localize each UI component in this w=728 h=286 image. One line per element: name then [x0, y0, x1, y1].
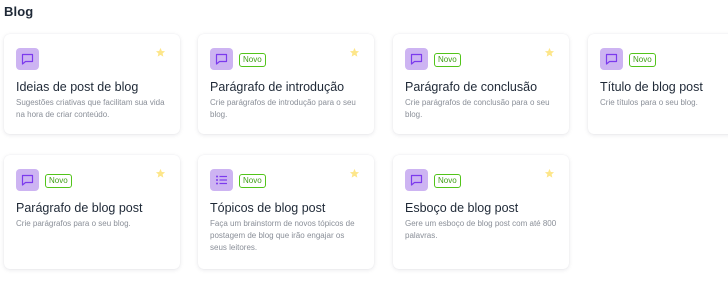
card-title: Parágrafo de blog post [16, 201, 143, 215]
new-badge: Novo [239, 53, 266, 67]
card-description: Crie parágrafos para o seu blog. [16, 219, 131, 228]
blog-templates-page: Blog Ideias de post de blog Sugestões cr… [0, 0, 728, 286]
new-badge: Novo [45, 174, 72, 188]
favorite-star-icon[interactable] [349, 47, 360, 58]
card-paragrafo-conclusao[interactable]: Novo Parágrafo de conclusão Crie parágra… [393, 34, 569, 134]
card-ideias-de-post[interactable]: Ideias de post de blog Sugestões criativ… [4, 34, 180, 134]
favorite-star-icon[interactable] [155, 47, 166, 58]
chat-bubble-icon [16, 169, 39, 191]
favorite-star-icon[interactable] [544, 47, 555, 58]
card-description: Crie parágrafos de introdução para o seu… [210, 98, 356, 119]
card-esboco-blog-post[interactable]: Novo Esboço de blog post Gere um esboço … [393, 155, 569, 269]
section-title: Blog [4, 4, 34, 19]
card-titulo-blog-post[interactable]: Novo Título de blog post Crie títulos pa… [588, 34, 728, 134]
chat-bubble-icon [600, 48, 623, 70]
chat-bubble-icon [210, 48, 233, 70]
chat-bubble-icon [405, 48, 428, 70]
card-description: Sugestões criativas que facilitam sua vi… [16, 98, 165, 119]
new-badge: Novo [434, 174, 461, 188]
favorite-star-icon[interactable] [544, 168, 555, 179]
card-title: Esboço de blog post [405, 201, 519, 215]
chat-bubble-icon [16, 48, 39, 70]
card-title: Tópicos de blog post [210, 201, 326, 215]
card-title: Título de blog post [600, 80, 703, 94]
card-description: Crie parágrafos de conclusão para o seu … [405, 98, 550, 119]
card-paragrafo-blog-post[interactable]: Novo Parágrafo de blog post Crie parágra… [4, 155, 180, 269]
new-badge: Novo [629, 53, 656, 67]
list-icon [210, 169, 233, 191]
card-topicos-blog-post[interactable]: Novo Tópicos de blog post Faça um brains… [198, 155, 374, 269]
new-badge: Novo [434, 53, 461, 67]
chat-bubble-icon [405, 169, 428, 191]
card-title: Ideias de post de blog [16, 80, 139, 94]
card-description: Gere um esboço de blog post com até 800 … [405, 219, 557, 240]
card-title: Parágrafo de introdução [210, 80, 345, 94]
card-paragrafo-introducao[interactable]: Novo Parágrafo de introdução Crie parágr… [198, 34, 374, 134]
favorite-star-icon[interactable] [155, 168, 166, 179]
new-badge: Novo [239, 174, 266, 188]
favorite-star-icon[interactable] [349, 168, 360, 179]
card-title: Parágrafo de conclusão [405, 80, 538, 94]
card-description: Crie títulos para o seu blog. [600, 98, 698, 107]
card-description: Faça um brainstorm de novos tópicos de p… [210, 219, 355, 252]
